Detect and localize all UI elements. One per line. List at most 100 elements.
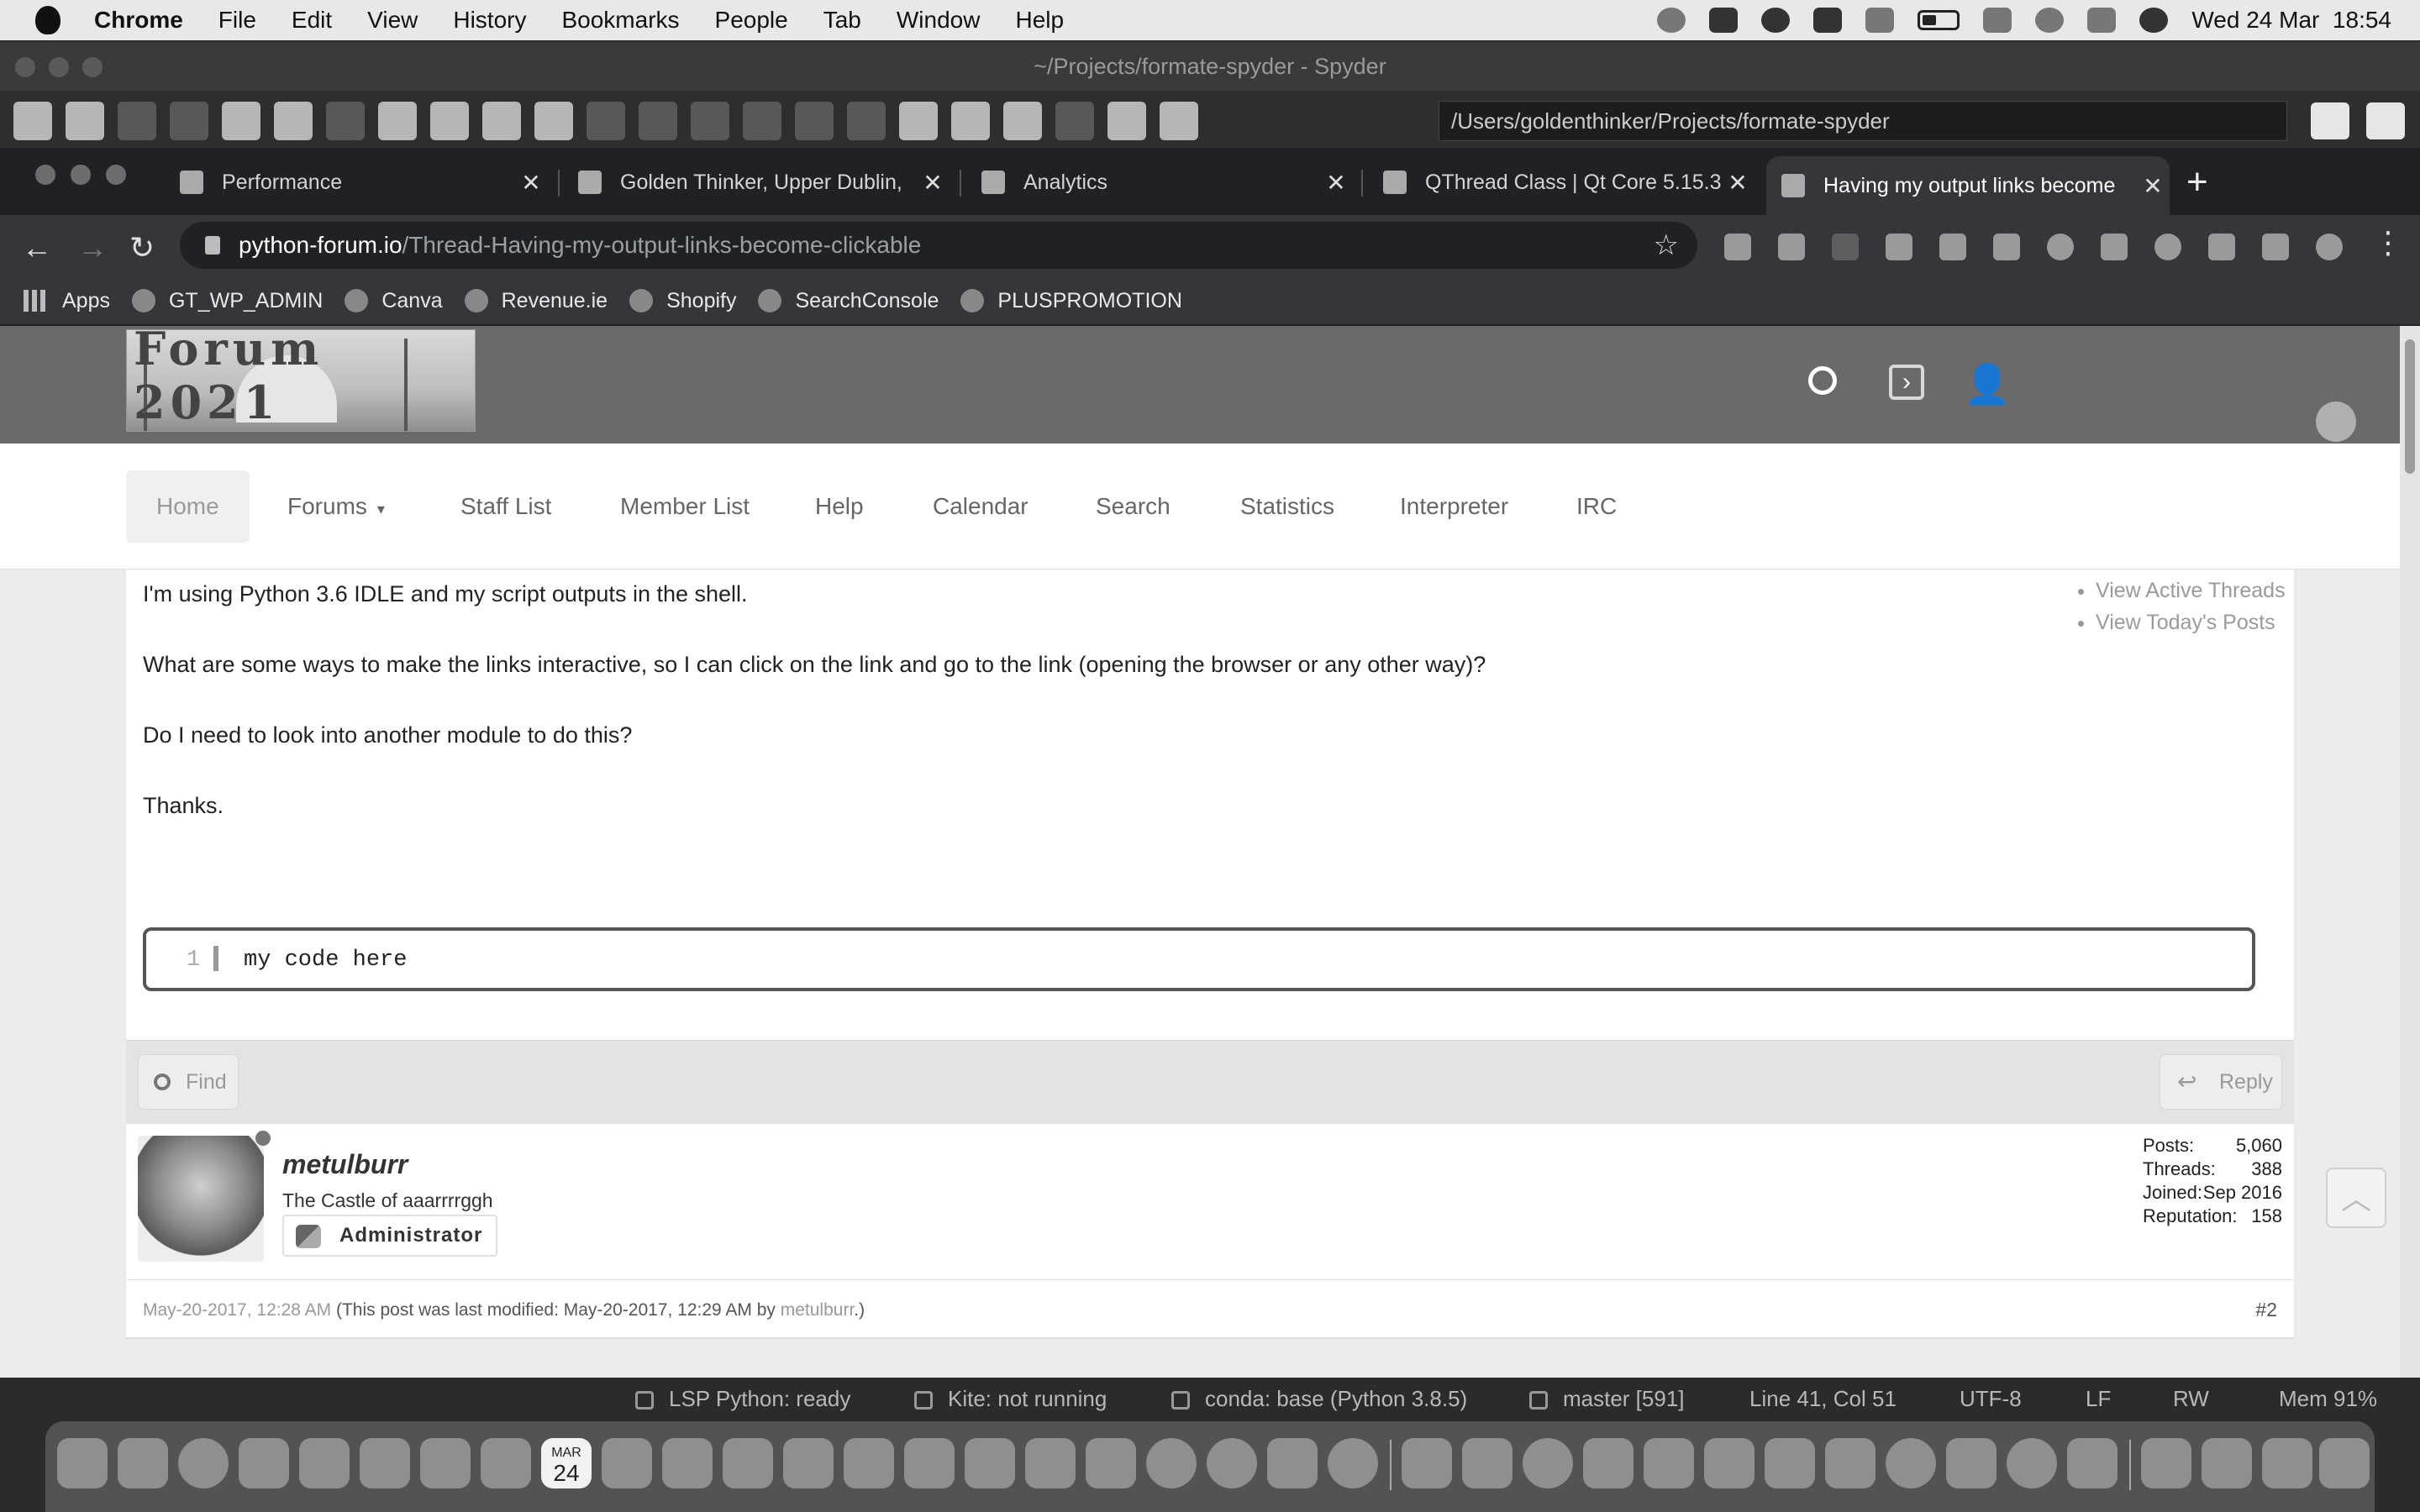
save-all-icon[interactable] (170, 102, 208, 140)
back-arrow-icon[interactable]: ← (22, 230, 52, 265)
new-file-icon[interactable] (13, 102, 52, 140)
kite-status[interactable]: Kite: not running (914, 1386, 1107, 1412)
bookmark-gt-wp-admin[interactable]: GT_WP_ADMIN (131, 289, 323, 313)
menu-file[interactable]: File (218, 7, 256, 34)
avatar[interactable] (138, 1136, 264, 1262)
tab-performance[interactable]: Performance ✕ (165, 156, 548, 208)
vlc-icon[interactable] (1765, 1438, 1815, 1488)
menu-clock[interactable]: Wed 24 Mar 18:54 (2191, 7, 2391, 34)
nav-interpreter[interactable]: Interpreter (1370, 470, 1539, 543)
menu-app-name[interactable]: Chrome (94, 7, 183, 34)
scrollbar-thumb[interactable] (2405, 339, 2415, 474)
tab-close-icon[interactable]: ✕ (916, 169, 950, 197)
outlook-icon[interactable] (1267, 1438, 1318, 1488)
tab-close-icon[interactable]: ✕ (514, 169, 548, 197)
document-icon[interactable] (2067, 1438, 2118, 1488)
conda-status[interactable]: conda: base (Python 3.8.5) (1171, 1386, 1467, 1412)
excel-icon[interactable] (1825, 1438, 1876, 1488)
telegram-status-icon[interactable] (1657, 8, 1686, 33)
reload-icon[interactable]: ↻ (129, 230, 155, 265)
bookmark-apps[interactable]: Apps (24, 289, 110, 313)
bookmark-canva[interactable]: Canva (345, 289, 443, 313)
downloads-folder-icon[interactable] (2141, 1438, 2191, 1488)
run-icon[interactable] (326, 102, 365, 140)
extension-card-icon[interactable] (1939, 234, 1966, 260)
maximize-pane-icon[interactable] (899, 102, 938, 140)
battery-icon[interactable] (1918, 10, 1960, 30)
apple-menu-icon[interactable] (35, 6, 60, 34)
menu-edit[interactable]: Edit (292, 7, 332, 34)
menu-people[interactable]: People (715, 7, 788, 34)
photos-icon[interactable] (420, 1438, 471, 1488)
reminders-icon[interactable] (723, 1438, 773, 1488)
find-button[interactable]: Find (138, 1054, 239, 1110)
nav-help[interactable]: Help (785, 470, 894, 543)
register-user-icon[interactable]: 👤 (1963, 365, 2011, 408)
chrome-zoom-button[interactable] (106, 165, 126, 185)
safari-icon[interactable] (178, 1438, 229, 1488)
menu-window[interactable]: Window (897, 7, 981, 34)
save-file-icon[interactable] (118, 102, 156, 140)
siri-icon[interactable] (2139, 8, 2169, 33)
nav-calendar[interactable]: Calendar (902, 470, 1059, 543)
extension-pen-icon[interactable] (1724, 234, 1751, 260)
recent-window-icon[interactable] (2262, 1438, 2312, 1488)
sublime-icon[interactable] (1644, 1438, 1694, 1488)
step-return-icon[interactable] (743, 102, 781, 140)
at-icon[interactable] (274, 102, 313, 140)
finder-icon[interactable] (57, 1438, 108, 1488)
messages-icon[interactable] (239, 1438, 289, 1488)
open-file-icon[interactable] (66, 102, 104, 140)
bookmark-searchconsole[interactable]: SearchConsole (758, 289, 939, 313)
reply-button[interactable]: ↩ Reply (2160, 1054, 2282, 1110)
address-bar[interactable]: python-forum.io/Thread-Having-my-output-… (180, 222, 1697, 269)
step-into-icon[interactable] (691, 102, 729, 140)
menu-view[interactable]: View (367, 7, 418, 34)
bookmark-star-icon[interactable]: ☆ (1654, 222, 1679, 269)
login-icon[interactable]: › (1889, 365, 1924, 400)
spider-icon[interactable] (1946, 1438, 1996, 1488)
menu-help[interactable]: Help (1015, 7, 1064, 34)
help-icon[interactable] (904, 1438, 955, 1488)
rerun-icon[interactable] (534, 102, 573, 140)
extension-tag-icon[interactable] (1778, 234, 1805, 260)
launchpad-icon[interactable] (118, 1438, 168, 1488)
istat-status-icon[interactable] (1761, 8, 1791, 33)
spyder-minimize-button[interactable] (49, 57, 69, 77)
menu-bookmarks[interactable]: Bookmarks (561, 7, 679, 34)
git-status[interactable]: master [591] (1529, 1386, 1685, 1412)
extension-printer-icon[interactable] (1886, 234, 1912, 260)
evernote-icon[interactable] (2101, 234, 2128, 260)
debug-icon[interactable] (587, 102, 625, 140)
nav-home[interactable]: Home (126, 470, 250, 543)
view-todays-posts-link[interactable]: View Today's Posts (2096, 606, 2286, 638)
maps-icon[interactable] (360, 1438, 410, 1488)
podcasts-icon[interactable] (1025, 1438, 1076, 1488)
bookmark-pluspromotion[interactable]: PLUSPROMOTION (960, 289, 1182, 313)
chrome-minimize-button[interactable] (71, 165, 91, 185)
continue-icon[interactable] (795, 102, 834, 140)
facetime-icon[interactable] (481, 1438, 531, 1488)
post-number-link[interactable]: #2 (2255, 1299, 2277, 1321)
forklift-status-icon[interactable] (1865, 8, 1895, 33)
contacts-icon[interactable] (602, 1438, 652, 1488)
spyder-close-button[interactable] (15, 57, 35, 77)
new-tab-button[interactable]: + (2186, 161, 2208, 203)
trash-icon[interactable] (2319, 1438, 2370, 1488)
nav-search[interactable]: Search (1065, 470, 1201, 543)
apple-tv-icon[interactable] (844, 1438, 894, 1488)
lsp-status[interactable]: LSP Python: ready (635, 1386, 850, 1412)
parent-directory-icon[interactable] (2366, 102, 2405, 139)
menu-history[interactable]: History (453, 7, 526, 34)
checkmark-status-icon[interactable] (1709, 8, 1739, 33)
extensions-puzzle-icon[interactable] (2262, 234, 2289, 260)
nav-forums[interactable]: Forums ▾ (257, 470, 415, 543)
whatsapp-icon[interactable] (1523, 1438, 1573, 1488)
music-icon[interactable] (965, 1438, 1015, 1488)
extension-font-icon[interactable] (1993, 234, 2020, 260)
system-icon[interactable] (662, 1438, 713, 1488)
tab-close-icon[interactable]: ✕ (1319, 169, 1353, 197)
forklift-icon[interactable] (1704, 1438, 1754, 1488)
back-icon[interactable] (1107, 102, 1146, 140)
grammarly-icon[interactable] (2047, 234, 2074, 260)
